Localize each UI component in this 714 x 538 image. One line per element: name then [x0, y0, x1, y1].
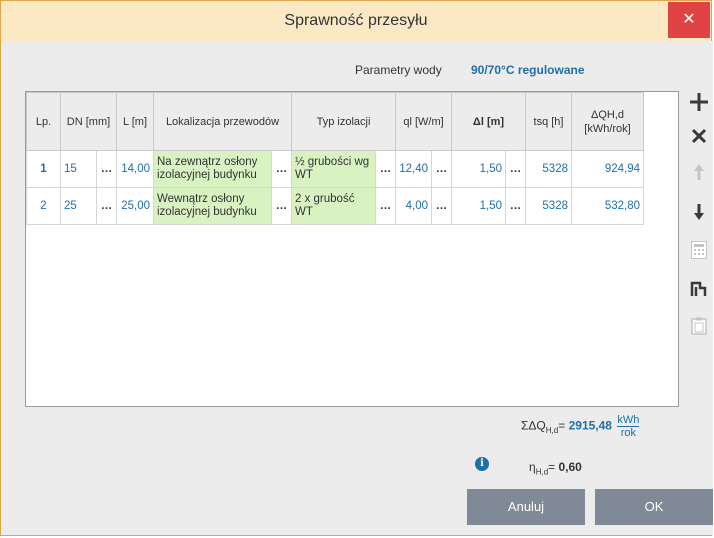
cell-typ: ½ grubości wg WT	[291, 150, 376, 188]
total-loss-unit: kWh rok	[617, 414, 640, 439]
cell-dl[interactable]: 1,50	[451, 150, 506, 188]
table-row[interactable]: 2 25 … 25,00 Wewnątrz osłony izolacyjnej…	[26, 187, 644, 225]
calculator-button[interactable]	[687, 237, 711, 263]
header-dn: DN [mm]	[60, 92, 117, 151]
cell-ql[interactable]: 4,00	[395, 187, 432, 225]
cell-dl[interactable]: 1,50	[451, 187, 506, 225]
cell-dn[interactable]: 25	[60, 187, 97, 225]
efficiency-sub: H,d	[535, 467, 549, 477]
cell-ql[interactable]: 12,40	[395, 150, 432, 188]
delete-row-button[interactable]	[687, 123, 711, 149]
header-ql: ql [W/m]	[395, 92, 452, 151]
cell-tsq[interactable]: 5328	[525, 187, 572, 225]
delete-icon	[691, 128, 707, 144]
header-dqhd: ΔQH,d [kWh/rok]	[571, 92, 644, 151]
cancel-button[interactable]: Anuluj	[467, 489, 585, 525]
water-params: Parametry wody 90/70°C regulowane	[17, 58, 713, 82]
title-bar: Sprawność przesyłu ✕	[1, 1, 711, 41]
total-loss: ΣΔQH,d= 2915,48 kWh rok	[521, 414, 640, 439]
params-value[interactable]: 90/70°C regulowane	[471, 63, 585, 77]
total-loss-sub: H,d	[545, 426, 559, 436]
add-icon	[690, 93, 708, 111]
dialog-content: Parametry wody 90/70°C regulowane Lp. DN…	[17, 41, 713, 535]
paste-icon	[691, 317, 707, 335]
efficiency-eq: =	[548, 460, 556, 474]
dialog-window: Sprawność przesyłu ✕ Parametry wody 90/7…	[0, 0, 713, 536]
efficiency-label: η	[529, 460, 536, 474]
header-dl: Δl [m]	[451, 92, 526, 151]
dl-picker-button[interactable]: …	[505, 150, 526, 188]
efficiency-value: 0,60	[558, 460, 582, 474]
pipes-table: Lp. DN [mm] L [m] Lokalizacja przewodów …	[26, 92, 644, 225]
header-lp: Lp.	[26, 92, 61, 151]
info-icon[interactable]: i	[475, 457, 489, 471]
cell-lp: 2	[26, 187, 61, 225]
header-tsq: tsq [h]	[525, 92, 572, 151]
total-loss-eq: =	[558, 418, 566, 433]
move-up-button[interactable]	[687, 159, 711, 185]
cell-dn[interactable]: 15	[60, 150, 97, 188]
dn-picker-button[interactable]: …	[96, 187, 117, 225]
move-up-icon	[694, 164, 704, 180]
lokalizacja-picker-button[interactable]: …	[271, 150, 292, 188]
table-row[interactable]: 1 15 … 14,00 Na zewnątrz osłony izolacyj…	[26, 150, 644, 188]
pipe-icon	[690, 281, 707, 296]
cell-tsq[interactable]: 5328	[525, 150, 572, 188]
typ-picker-button[interactable]: …	[375, 187, 396, 225]
dialog-title: Sprawność przesyłu	[284, 12, 428, 29]
cell-lokalizacja: Wewnątrz osłony izolacyjnej budynku	[153, 187, 272, 225]
cell-lokalizacja: Na zewnątrz osłony izolacyjnej budynku	[153, 150, 272, 188]
dn-picker-button[interactable]: …	[96, 150, 117, 188]
header-lokalizacja: Lokalizacja przewodów	[153, 92, 292, 151]
cell-typ: 2 x grubość WT	[291, 187, 376, 225]
lokalizacja-picker-button[interactable]: …	[271, 187, 292, 225]
unit-numerator: kWh	[617, 414, 640, 427]
ql-picker-button[interactable]: …	[431, 187, 452, 225]
total-loss-value: 2915,48	[568, 418, 612, 433]
calculator-icon	[691, 241, 707, 259]
cell-dqhd: 924,94	[571, 150, 644, 188]
ql-picker-button[interactable]: …	[431, 150, 452, 188]
cell-dqhd: 532,80	[571, 187, 644, 225]
pipe-button[interactable]	[687, 275, 711, 301]
move-down-button[interactable]	[687, 199, 711, 225]
params-label: Parametry wody	[355, 63, 442, 77]
unit-denominator: rok	[620, 427, 636, 439]
paste-button[interactable]	[687, 313, 711, 339]
header-l: L [m]	[116, 92, 154, 151]
move-down-icon	[694, 204, 704, 220]
table-header-row: Lp. DN [mm] L [m] Lokalizacja przewodów …	[26, 92, 644, 151]
close-button[interactable]: ✕	[668, 2, 710, 38]
dl-picker-button[interactable]: …	[505, 187, 526, 225]
cell-l[interactable]: 14,00	[116, 150, 154, 188]
cell-l[interactable]: 25,00	[116, 187, 154, 225]
pipes-table-container[interactable]: Lp. DN [mm] L [m] Lokalizacja przewodów …	[25, 91, 679, 407]
total-loss-label: ΣΔQ	[521, 418, 546, 433]
typ-picker-button[interactable]: …	[375, 150, 396, 188]
header-typ: Typ izolacji	[291, 92, 396, 151]
ok-button[interactable]: OK	[595, 489, 713, 525]
efficiency: ηH,d= 0,60	[529, 460, 582, 476]
add-row-button[interactable]	[687, 89, 711, 115]
cell-lp: 1	[26, 150, 61, 188]
